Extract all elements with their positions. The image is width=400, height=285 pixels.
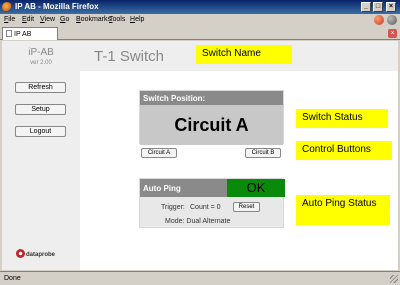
mode-label: Mode: Dual Alternate — [165, 218, 231, 225]
callout-control-buttons: Control Buttons — [296, 141, 392, 160]
circuit-b-button[interactable]: Circuit B — [245, 148, 281, 158]
switch-position-value: Circuit A — [140, 105, 283, 145]
page-title: T-1 Switch — [94, 48, 165, 65]
status-bar: Done — [0, 271, 400, 285]
callout-switch-name: Switch Name — [196, 45, 292, 64]
window-titlebar: IP AB - Mozilla Firefox _ □ × — [0, 0, 400, 14]
tab-label: IP AB — [14, 31, 32, 38]
stop-icon — [374, 15, 384, 25]
sidebar: iP-AB ver 2.00 Refresh Setup Logout data… — [2, 41, 80, 270]
reset-button[interactable]: Reset — [233, 202, 260, 212]
logo-icon — [16, 249, 25, 258]
resize-grip-icon[interactable] — [390, 275, 398, 283]
circuit-a-button[interactable]: Circuit A — [141, 148, 177, 158]
maximize-button[interactable]: □ — [373, 2, 383, 12]
logo-text: dataprobe — [26, 252, 56, 258]
setup-button[interactable]: Setup — [15, 104, 66, 115]
menu-file[interactable]: File — [4, 16, 15, 23]
menu-bar: File Edit View Go Bookmarks Tools Help — [0, 14, 400, 26]
trigger-label: Trigger: — [161, 204, 185, 211]
menu-bookmarks[interactable]: Bookmarks — [76, 16, 111, 23]
version-label: ver 2.00 — [30, 60, 52, 66]
auto-ping-status: OK — [227, 179, 285, 197]
logout-button[interactable]: Logout — [15, 126, 66, 137]
menu-go[interactable]: Go — [60, 16, 69, 23]
switch-position-heading: Switch Position: — [140, 91, 283, 105]
switch-position-panel: Switch Position: Circuit A — [139, 90, 284, 145]
close-window-button[interactable]: × — [386, 2, 396, 12]
callout-auto-ping-status: Auto Ping Status — [296, 195, 390, 225]
menu-tools[interactable]: Tools — [109, 16, 125, 23]
refresh-button[interactable]: Refresh — [15, 82, 66, 93]
tab-ip-ab[interactable]: IP AB — [2, 27, 58, 40]
menu-help[interactable]: Help — [130, 16, 144, 23]
tab-bar: IP AB × — [0, 27, 400, 40]
brand-name: iP-AB — [28, 47, 54, 58]
callout-switch-status: Switch Status — [296, 109, 388, 128]
firefox-icon — [2, 2, 12, 12]
auto-ping-panel: Auto Ping OK Trigger: Count = 0 Reset Mo… — [139, 178, 285, 228]
trigger-value: Count = 0 — [190, 204, 221, 211]
page-icon — [6, 30, 12, 37]
status-text: Done — [4, 275, 21, 282]
menu-edit[interactable]: Edit — [22, 16, 34, 23]
menu-view[interactable]: View — [40, 16, 55, 23]
throbber-icon — [387, 15, 397, 25]
window-title: IP AB - Mozilla Firefox — [15, 2, 99, 11]
minimize-button[interactable]: _ — [361, 2, 371, 12]
page-content: iP-AB ver 2.00 Refresh Setup Logout data… — [2, 41, 398, 270]
close-tab-icon[interactable]: × — [388, 29, 397, 38]
dataprobe-logo: dataprobe — [16, 249, 55, 258]
